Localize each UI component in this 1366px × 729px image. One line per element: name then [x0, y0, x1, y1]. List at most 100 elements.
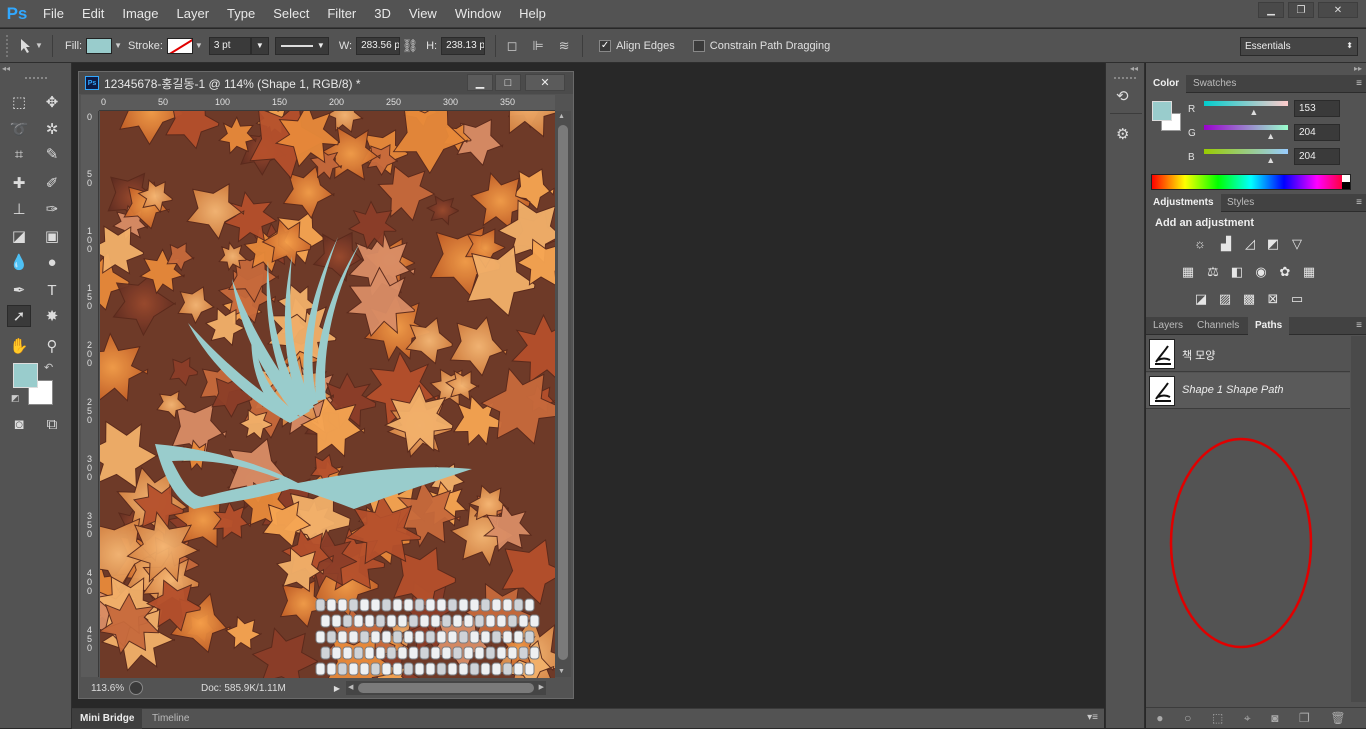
- menu-layer[interactable]: Layer: [168, 0, 219, 28]
- history-brush-icon[interactable]: ✑: [40, 198, 64, 220]
- menu-help[interactable]: Help: [510, 0, 555, 28]
- healing-brush-icon[interactable]: ✚: [7, 172, 31, 194]
- ruler-origin[interactable]: [81, 95, 99, 111]
- status-menu-arrow[interactable]: ▶: [334, 684, 340, 693]
- g-slider[interactable]: [1204, 125, 1288, 130]
- menu-window[interactable]: Window: [446, 0, 510, 28]
- color-lookup-icon[interactable]: ▦: [1301, 265, 1317, 279]
- quick-mask-icon[interactable]: ◙: [7, 413, 31, 435]
- stroke-swatch[interactable]: [166, 37, 193, 54]
- height-field[interactable]: 238.13 p: [441, 36, 486, 55]
- path-row[interactable]: Shape 1 Shape Path: [1146, 373, 1350, 409]
- dodge-tool-icon[interactable]: ●: [40, 251, 64, 273]
- menu-filter[interactable]: Filter: [318, 0, 365, 28]
- exposure-icon[interactable]: ◩: [1265, 237, 1281, 251]
- tab-mini-bridge[interactable]: Mini Bridge: [72, 709, 143, 729]
- path-name[interactable]: Shape 1 Shape Path: [1182, 384, 1284, 396]
- foreground-color-swatch-front[interactable]: [13, 363, 38, 388]
- menu-type[interactable]: Type: [218, 0, 264, 28]
- load-selection-icon[interactable]: ⬚: [1212, 711, 1223, 725]
- collapse-icon[interactable]: ◂◂: [2, 64, 10, 73]
- gradient-tool-icon[interactable]: ▣: [40, 225, 64, 247]
- vibrance-icon[interactable]: ▽: [1289, 237, 1305, 251]
- brush-tool-icon[interactable]: ✐: [40, 172, 64, 194]
- tab-channels[interactable]: Channels: [1190, 317, 1246, 335]
- eyedropper-icon[interactable]: ✎: [40, 143, 64, 165]
- app-restore-button[interactable]: ❐: [1288, 2, 1314, 18]
- tab-adjustments[interactable]: Adjustments: [1146, 194, 1221, 212]
- tab-paths[interactable]: Paths: [1248, 317, 1290, 335]
- zoom-level[interactable]: 113.6%: [81, 683, 129, 694]
- document-title-bar[interactable]: Ps 12345678-홍길동-1 @ 114% (Shape 1, RGB/8…: [79, 72, 573, 94]
- link-icon[interactable]: ⛓: [400, 37, 420, 55]
- path-row[interactable]: 책 모양: [1146, 336, 1350, 372]
- vertical-scrollbar[interactable]: ▲ ▼: [555, 111, 571, 677]
- invert-icon[interactable]: ◪: [1193, 292, 1209, 306]
- path-name[interactable]: 책 모양: [1182, 347, 1215, 363]
- panel-menu-icon[interactable]: ≡: [1356, 197, 1362, 208]
- threshold-icon[interactable]: ▩: [1241, 292, 1257, 306]
- app-close-button[interactable]: ✕: [1318, 2, 1358, 18]
- stroke-width-field[interactable]: 3 pt: [208, 36, 251, 55]
- make-work-path-icon[interactable]: ⌖: [1244, 711, 1251, 726]
- tab-swatches[interactable]: Swatches: [1186, 75, 1243, 93]
- constrain-path-checkbox[interactable]: [692, 39, 705, 52]
- menu-view[interactable]: View: [400, 0, 446, 28]
- horizontal-ruler[interactable]: 0 50 100 150 200 250 300 350: [99, 95, 555, 111]
- b-value-field[interactable]: 204: [1294, 148, 1340, 165]
- fill-path-icon[interactable]: ●: [1156, 711, 1163, 725]
- path-selection-tool-icon[interactable]: ➚: [7, 305, 31, 327]
- tab-styles[interactable]: Styles: [1220, 194, 1261, 212]
- gradient-map-icon[interactable]: ▭: [1289, 292, 1305, 306]
- color-spectrum-bar[interactable]: [1151, 174, 1351, 190]
- r-value-field[interactable]: 153: [1294, 100, 1340, 117]
- width-field[interactable]: 283.56 p: [356, 36, 401, 55]
- workspace-dropdown[interactable]: Essentials ⬍: [1240, 37, 1358, 56]
- g-value-field[interactable]: 204: [1294, 124, 1340, 141]
- path-operations-icon[interactable]: ◻: [502, 37, 522, 55]
- default-colors-icon[interactable]: ◩: [11, 393, 20, 404]
- properties-icon[interactable]: ⚙: [1116, 125, 1129, 143]
- path-arrangement-icon[interactable]: ≋: [554, 37, 574, 55]
- color-balance-icon[interactable]: ⚖: [1205, 265, 1221, 279]
- canvas[interactable]: [100, 111, 555, 678]
- doc-close-button[interactable]: ✕: [525, 74, 565, 91]
- menu-edit[interactable]: Edit: [73, 0, 113, 28]
- posterize-icon[interactable]: ▨: [1217, 292, 1233, 306]
- new-path-icon[interactable]: ❐: [1299, 711, 1310, 725]
- levels-icon[interactable]: ▟: [1218, 237, 1234, 251]
- photo-filter-icon[interactable]: ◉: [1253, 265, 1269, 279]
- stroke-width-dropdown[interactable]: ▼: [250, 36, 269, 55]
- menu-select[interactable]: Select: [264, 0, 318, 28]
- fill-swatch[interactable]: [86, 37, 113, 54]
- r-slider[interactable]: [1204, 101, 1288, 106]
- history-icon[interactable]: ⟲: [1116, 87, 1129, 105]
- r-slider-thumb[interactable]: ▲: [1249, 107, 1258, 117]
- path-selection-icon[interactable]: ▼: [16, 37, 46, 55]
- menu-image[interactable]: Image: [113, 0, 167, 28]
- channel-mixer-icon[interactable]: ✿: [1277, 265, 1293, 279]
- collapse-panels-icon[interactable]: ▸▸: [1354, 64, 1362, 73]
- doc-minimize-button[interactable]: ▁: [467, 74, 493, 91]
- delete-path-icon[interactable]: 🗑: [1330, 711, 1345, 725]
- add-mask-icon[interactable]: ◙: [1271, 711, 1278, 725]
- menu-3d[interactable]: 3D: [365, 0, 400, 28]
- panel-foreground-swatch[interactable]: [1152, 101, 1172, 121]
- expand-dock-icon[interactable]: ◂◂: [1130, 64, 1138, 73]
- custom-shape-icon[interactable]: ✸: [40, 305, 64, 327]
- horizontal-scrollbar[interactable]: ◀ ▶: [346, 681, 547, 695]
- b-slider[interactable]: [1204, 149, 1288, 154]
- tab-layers[interactable]: Layers: [1146, 317, 1190, 335]
- app-minimize-button[interactable]: ▁: [1258, 2, 1284, 18]
- panel-menu-icon[interactable]: ≡: [1356, 78, 1362, 89]
- vertical-ruler[interactable]: 0 5 0 1 0 0 1 5 0 2 0 0 2 5 0 3 0 0 3 5 0 4 0 0 4…: [81, 111, 99, 677]
- tab-timeline[interactable]: Timeline: [144, 709, 197, 729]
- zoom-tool-icon[interactable]: ⚲: [40, 335, 64, 357]
- magic-wand-icon[interactable]: ✲: [40, 118, 64, 140]
- blur-tool-icon[interactable]: 💧: [7, 251, 31, 273]
- swap-colors-icon[interactable]: ↶: [44, 361, 53, 374]
- eraser-icon[interactable]: ◪: [7, 225, 31, 247]
- chevron-down-icon[interactable]: ▼: [195, 41, 203, 50]
- g-slider-thumb[interactable]: ▲: [1266, 131, 1275, 141]
- lasso-tool-icon[interactable]: ➰: [7, 118, 31, 140]
